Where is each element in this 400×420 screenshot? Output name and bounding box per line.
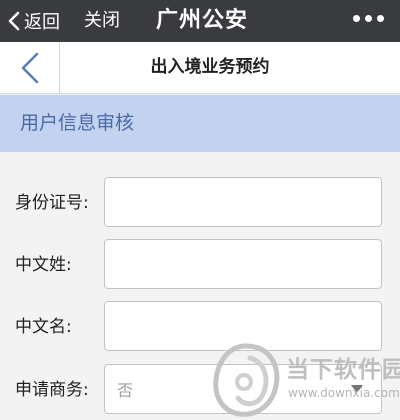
dot [353, 15, 360, 22]
watermark-title: 当下软件园 [286, 357, 400, 383]
form-row-surname: 中文姓: [0, 239, 400, 291]
app-title: 广州公安 [156, 8, 249, 33]
chevron-left-icon [21, 52, 38, 83]
top-back-button[interactable]: 返回 [8, 0, 60, 42]
dot [377, 15, 384, 22]
business-label: 申请商务: [15, 380, 89, 400]
watermark-url: www.downxia.com [288, 386, 400, 400]
form-row-id-number: 身份证号: [0, 177, 400, 229]
section-header: 用户信息审核 [0, 95, 400, 152]
back-label: 返回 [24, 12, 60, 33]
page-title: 出入境业务预约 [150, 57, 270, 77]
id-number-label: 身份证号: [15, 193, 89, 213]
business-select-value: 否 [117, 381, 134, 400]
top-bar: 返回 关闭 广州公安 [0, 0, 400, 42]
nav-bar: 出入境业务预约 [0, 42, 400, 94]
dot [365, 15, 372, 22]
given-name-label: 中文名: [15, 317, 72, 337]
id-number-input[interactable] [104, 177, 382, 227]
surname-input[interactable] [104, 239, 382, 289]
watermark: 当下软件园 www.downxia.com [210, 340, 400, 420]
surname-label: 中文姓: [15, 255, 72, 275]
close-button[interactable]: 关闭 [84, 0, 120, 42]
watermark-logo-icon [213, 343, 280, 417]
chevron-left-icon [8, 11, 20, 31]
more-dots-icon[interactable] [353, 15, 384, 22]
nav-back-button[interactable] [0, 42, 60, 93]
